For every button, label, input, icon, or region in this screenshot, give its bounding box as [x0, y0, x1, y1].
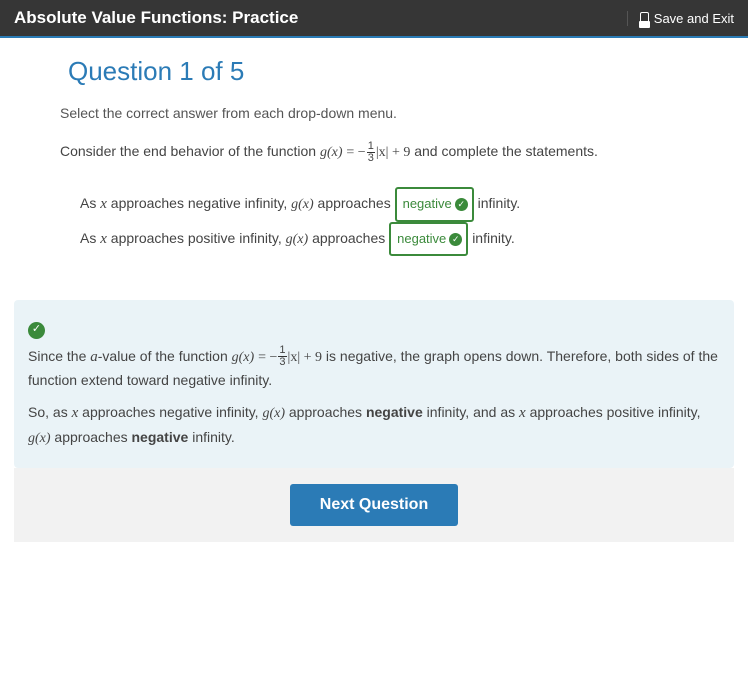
dropdown-1-value: negative	[403, 190, 452, 219]
lock-icon	[640, 11, 649, 26]
question-content: Question 1 of 5 Select the correct answe…	[0, 38, 748, 276]
save-and-exit-button[interactable]: Save and Exit	[627, 11, 734, 26]
problem-statement: Consider the end behavior of the functio…	[60, 139, 688, 165]
button-bar: Next Question	[14, 468, 734, 542]
answer-line-2: As x approaches positive infinity, g(x) …	[80, 222, 688, 257]
var-a: a	[90, 349, 98, 365]
correct-check-icon: ✓	[28, 322, 45, 339]
save-exit-label: Save and Exit	[654, 11, 734, 26]
dropdown-1[interactable]: negative ✓	[395, 187, 474, 222]
function-gx: g(x)	[286, 232, 309, 247]
fraction-one-third: 13	[278, 345, 286, 368]
page-title: Absolute Value Functions: Practice	[14, 8, 298, 28]
negative-bold: negative	[366, 404, 423, 420]
equals-sign: =	[346, 145, 357, 160]
dropdown-2[interactable]: negative ✓	[389, 222, 468, 257]
instruction-text: Select the correct answer from each drop…	[60, 105, 688, 121]
feedback-conclusion: So, as x approaches negative infinity, g…	[28, 401, 720, 450]
next-question-button[interactable]: Next Question	[290, 484, 458, 526]
plus-nine: + 9	[388, 145, 410, 160]
answer-line-1: As x approaches negative infinity, g(x) …	[80, 187, 688, 222]
prompt-pre: Consider the end behavior of the functio…	[60, 143, 320, 159]
fraction-one-third: 13	[367, 141, 375, 164]
function-gx: g(x)	[232, 350, 255, 365]
check-icon: ✓	[455, 198, 468, 211]
var-x: x	[100, 196, 107, 212]
prompt-post: and complete the statements.	[414, 143, 598, 159]
abs-x: |x|	[376, 145, 389, 160]
function-gx: g(x)	[320, 145, 343, 160]
app-header: Absolute Value Functions: Practice Save …	[0, 0, 748, 38]
var-x: x	[100, 231, 107, 247]
function-gx: g(x)	[291, 197, 314, 212]
answers-block: As x approaches negative infinity, g(x) …	[80, 187, 688, 256]
check-icon: ✓	[449, 233, 462, 246]
feedback-text: Since the a-value of the function g(x) =…	[28, 345, 720, 392]
negative-sign: −	[358, 145, 366, 160]
dropdown-2-value: negative	[397, 225, 446, 254]
question-number: Question 1 of 5	[68, 56, 688, 87]
feedback-panel: ✓ Since the a-value of the function g(x)…	[14, 300, 734, 468]
